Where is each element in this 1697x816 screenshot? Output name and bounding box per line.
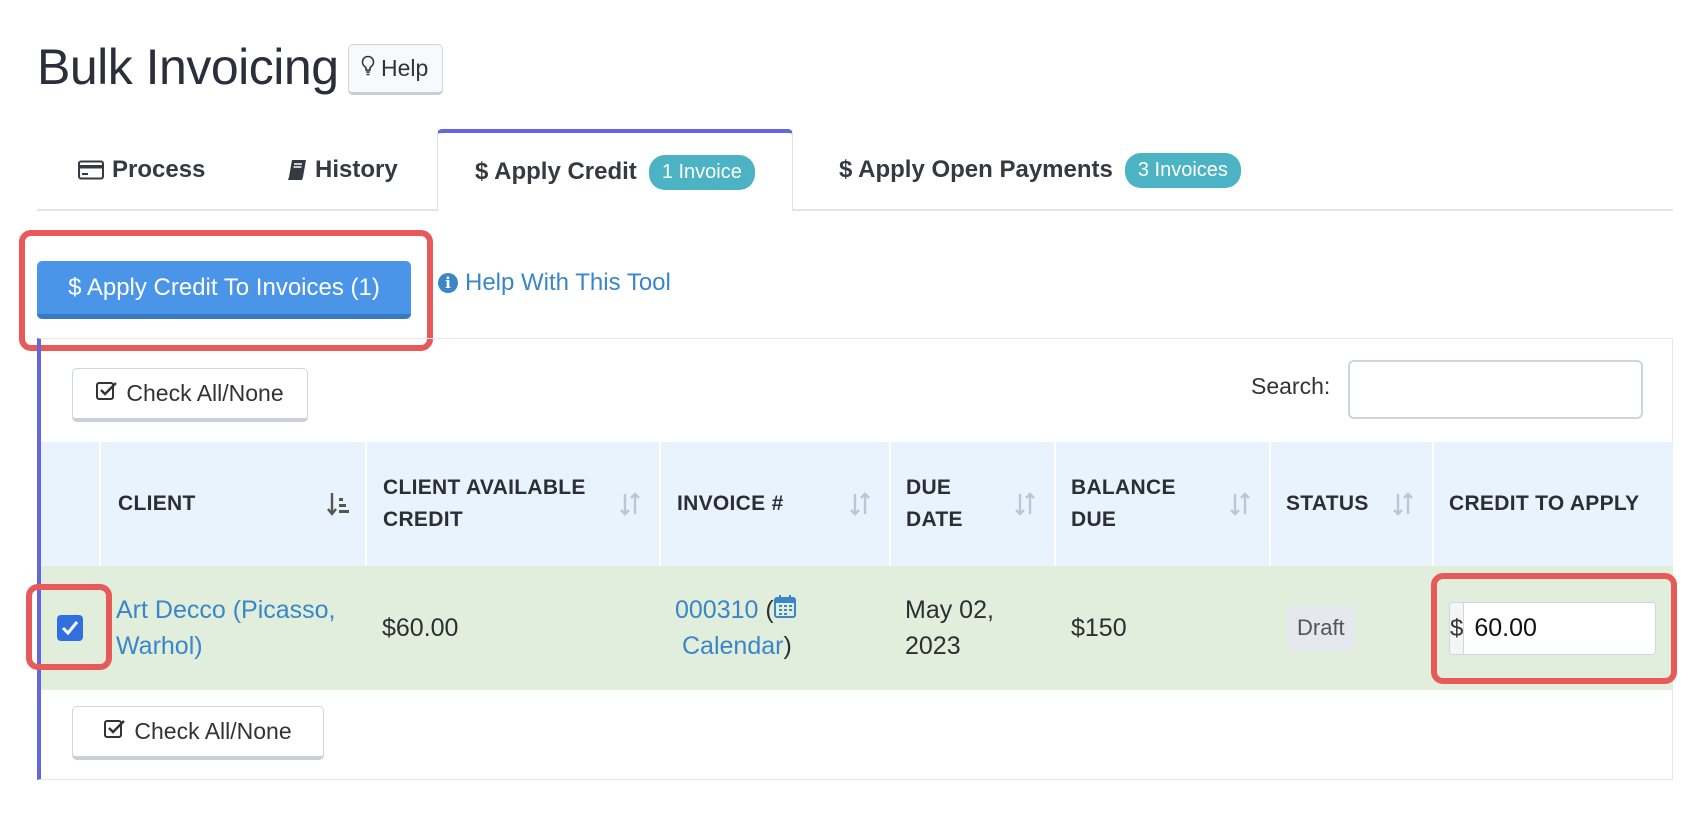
column-header-available-credit[interactable]: CLIENT AVAILABLE CREDIT (383, 442, 613, 566)
column-separator (1432, 442, 1434, 566)
invoice-link[interactable]: 000310 (675, 592, 758, 628)
column-header-due-date[interactable]: DUE DATE (906, 442, 1006, 566)
check-all-button-top[interactable]: Check All/None (72, 368, 308, 422)
sort-icon[interactable] (618, 490, 642, 518)
check-square-icon (104, 718, 126, 745)
help-with-tool-label: Help With This Tool (465, 269, 671, 296)
column-header-balance-due[interactable]: BALANCE DUE (1071, 442, 1201, 566)
column-separator (889, 442, 891, 566)
tab-apply-credit[interactable]: $ Apply Credit 1 Invoice (437, 129, 793, 211)
lightbulb-icon (361, 55, 375, 83)
available-credit-value: $60.00 (382, 614, 459, 642)
column-header-client[interactable]: CLIENT (118, 442, 318, 566)
client-link[interactable]: Art Decco (Picasso, Warhol) (116, 566, 356, 690)
credit-card-icon (78, 160, 104, 180)
help-button[interactable]: Help (348, 44, 444, 95)
sort-asc-icon[interactable] (326, 490, 350, 518)
tab-apply-open-payments-badge: 3 Invoices (1124, 152, 1241, 188)
help-button-label: Help (381, 55, 429, 81)
tab-process[interactable]: Process (78, 130, 205, 210)
column-separator (1054, 442, 1056, 566)
column-separator (365, 442, 367, 566)
column-separator (1269, 442, 1271, 566)
info-icon: i (438, 273, 458, 293)
help-with-tool-link[interactable]: i Help With This Tool (438, 269, 671, 297)
tab-history[interactable]: History (287, 130, 398, 210)
tab-apply-open-payments-label: $ Apply Open Payments (839, 156, 1113, 183)
calendar-icon[interactable] (773, 592, 796, 628)
check-all-button-bottom[interactable]: Check All/None (72, 706, 324, 760)
sort-icon[interactable] (1391, 490, 1415, 518)
book-icon (287, 159, 307, 181)
status-cell: Draft (1287, 566, 1355, 690)
tab-history-label: History (315, 156, 398, 183)
search-label: Search: (1251, 373, 1331, 399)
sort-icon[interactable] (848, 490, 872, 518)
tab-apply-credit-badge: 1 Invoice (648, 154, 755, 190)
check-all-label: Check All/None (126, 380, 284, 406)
highlight-apply-button (19, 230, 433, 351)
check-square-icon (96, 380, 118, 407)
status-badge: Draft (1287, 605, 1355, 651)
highlight-credit-input (1431, 573, 1677, 684)
search-input[interactable] (1348, 360, 1643, 419)
page-title: Bulk Invoicing (37, 39, 339, 95)
invoice-cell: 000310 ( Calendar) (675, 566, 825, 690)
tab-apply-open-payments[interactable]: $ Apply Open Payments 3 Invoices (839, 130, 1241, 210)
tab-process-label: Process (112, 156, 206, 183)
due-date-value: May 02, 2023 (905, 596, 994, 660)
tab-apply-credit-label: $ Apply Credit (475, 158, 637, 185)
sort-icon[interactable] (1013, 490, 1037, 518)
column-header-invoice[interactable]: INVOICE # (677, 442, 827, 566)
column-header-credit-to-apply: CREDIT TO APPLY (1449, 492, 1640, 515)
balance-due-value: $150 (1071, 614, 1127, 642)
column-separator (659, 442, 661, 566)
column-separator (99, 442, 101, 566)
check-all-label: Check All/None (134, 718, 292, 744)
sort-icon[interactable] (1228, 490, 1252, 518)
highlight-row-checkbox (26, 584, 112, 670)
calendar-link[interactable]: Calendar (682, 628, 783, 664)
